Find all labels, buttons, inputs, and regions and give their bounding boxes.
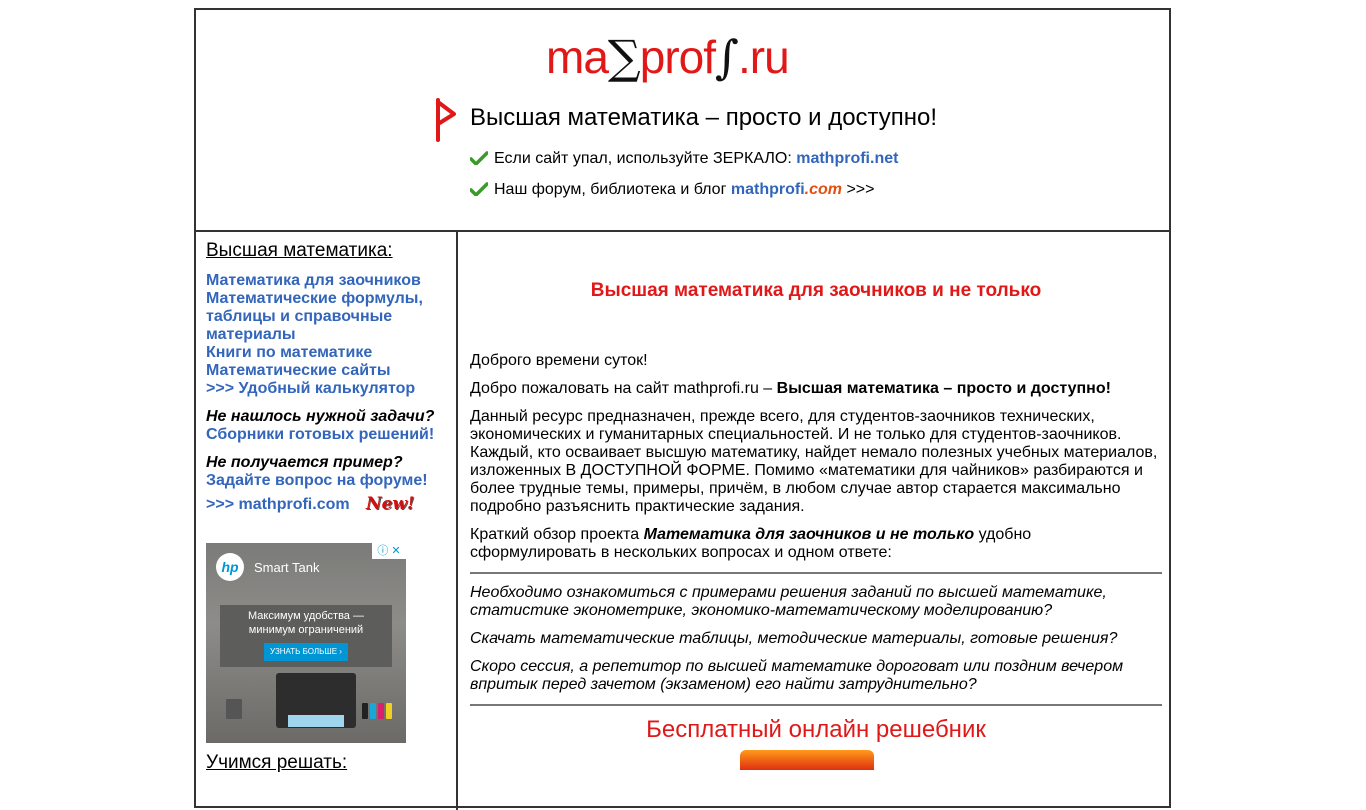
sidebar-link-math-for-extramural[interactable]: Математика для заочников bbox=[206, 272, 451, 290]
page-title: Высшая математика для заочников и не тол… bbox=[590, 280, 1042, 301]
site-tagline: Высшая математика – просто и доступно! bbox=[470, 104, 938, 131]
welcome-text: Добро пожаловать на сайт mathprofi.ru – … bbox=[470, 380, 1162, 398]
mirror-link[interactable]: mathprofi.net bbox=[796, 150, 898, 167]
forum-text: Наш форум, библиотека и блог bbox=[494, 181, 727, 198]
forum-arrows: >>> bbox=[846, 181, 875, 198]
new-badge: New! bbox=[366, 494, 415, 514]
sidebar-question-2: Не получается пример? bbox=[206, 454, 403, 471]
questions-block: Необходимо ознакомиться с примерами реше… bbox=[470, 584, 1162, 694]
printer-image bbox=[276, 673, 356, 728]
divider bbox=[470, 704, 1162, 706]
mirror-notice: Если сайт упал, используйте ЗЕРКАЛО: mat… bbox=[470, 150, 898, 168]
advertisement-banner[interactable]: hp Smart Tank ⓘ ✕ Максимум удобства — ми… bbox=[206, 543, 406, 743]
ad-message-line: Максимум удобства — bbox=[248, 610, 364, 622]
overview-bold: Математика для заочников и не только bbox=[643, 526, 975, 543]
ink-bottle bbox=[386, 703, 392, 719]
sidebar: Высшая математика: Математика для заочни… bbox=[196, 230, 458, 810]
logo-text-part: ma bbox=[546, 31, 609, 83]
flames-image bbox=[740, 750, 874, 770]
main-content: Высшая математика для заочников и не тол… bbox=[460, 230, 1171, 810]
ink-bottle bbox=[362, 703, 368, 719]
checkmark-icon bbox=[470, 182, 488, 196]
ad-message-line: минимум ограничений bbox=[248, 624, 364, 636]
overview-prefix: Краткий обзор проекта bbox=[470, 526, 644, 543]
sidebar-heading-learn: Учимся решать: bbox=[206, 752, 348, 773]
logo-text-part: .ru bbox=[737, 31, 790, 83]
sidebar-link-formulas[interactable]: Математические формулы, таблицы и справо… bbox=[206, 290, 451, 344]
ad-message: Максимум удобства — минимум ограничений … bbox=[220, 605, 392, 667]
checkmark-icon bbox=[470, 151, 488, 165]
mirror-text: Если сайт упал, используйте ЗЕРКАЛО: bbox=[494, 150, 792, 167]
ad-close-icon[interactable]: ⓘ ✕ bbox=[372, 543, 406, 559]
welcome-bold: Высшая математика – просто и доступно! bbox=[776, 380, 1111, 397]
hp-logo: hp bbox=[216, 553, 244, 581]
sidebar-link-ask-forum[interactable]: Задайте вопрос на форуме! bbox=[206, 472, 451, 490]
site-logo[interactable]: ma∑prof∫.ru bbox=[546, 30, 790, 84]
intro-text: Данный ресурс предназначен, прежде всего… bbox=[470, 408, 1158, 515]
ad-brand: Smart Tank bbox=[254, 560, 320, 575]
ink-box bbox=[226, 699, 242, 719]
forum-notice: Наш форум, библиотека и блог mathprofi.c… bbox=[470, 181, 874, 199]
sidebar-link-solutions[interactable]: Сборники готовых решений! bbox=[206, 426, 451, 444]
logo-integral-symbol: ∫ bbox=[715, 30, 739, 84]
site-header: ma∑prof∫.ru Высшая математика – просто и… bbox=[196, 10, 1169, 232]
divider bbox=[470, 572, 1162, 574]
rune-icon bbox=[436, 98, 456, 142]
sidebar-link-calculator[interactable]: >>> Удобный калькулятор bbox=[206, 380, 451, 398]
greeting-text: Доброго времени суток! bbox=[470, 352, 648, 369]
sidebar-links: Математика для заочников Математические … bbox=[206, 272, 451, 398]
overview-text: Краткий обзор проекта Математика для зао… bbox=[470, 526, 1162, 562]
forum-link[interactable]: mathprofi.com bbox=[731, 181, 842, 198]
question-item: Скачать математические таблицы, методиче… bbox=[470, 630, 1118, 647]
sidebar-link-books[interactable]: Книги по математике bbox=[206, 344, 451, 362]
sidebar-link-sites[interactable]: Математические сайты bbox=[206, 362, 451, 380]
logo-sigma-symbol: ∑ bbox=[607, 30, 641, 84]
question-item: Необходимо ознакомиться с примерами реше… bbox=[470, 584, 1107, 619]
page-frame: ma∑prof∫.ru Высшая математика – просто и… bbox=[194, 8, 1171, 810]
logo-text-part: prof bbox=[639, 31, 716, 83]
sidebar-heading: Высшая математика: bbox=[206, 240, 393, 261]
free-solver-title: Бесплатный онлайн решебник bbox=[646, 716, 986, 743]
sidebar-link-forum-com[interactable]: >>> mathprofi.com bbox=[206, 496, 350, 513]
ink-bottle bbox=[370, 703, 376, 719]
forum-link-text: mathprofi bbox=[730, 181, 805, 198]
ad-cta-button[interactable]: УЗНАТЬ БОЛЬШЕ › bbox=[264, 643, 348, 661]
sidebar-question-1: Не нашлось нужной задачи? bbox=[206, 408, 435, 425]
welcome-prefix: Добро пожаловать на сайт mathprofi.ru – bbox=[470, 380, 777, 397]
forum-link-suffix: .com bbox=[804, 181, 842, 198]
ink-bottle bbox=[378, 703, 384, 719]
question-item: Скоро сессия, а репетитор по высшей мате… bbox=[470, 658, 1124, 693]
